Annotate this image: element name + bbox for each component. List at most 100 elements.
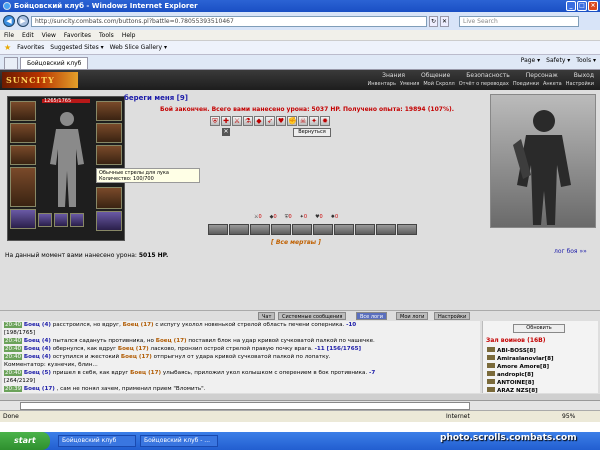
slot-arrows[interactable]	[96, 187, 122, 209]
slot-armor[interactable]	[10, 209, 36, 229]
rune-effect-icon[interactable]: ◆	[254, 116, 264, 126]
tab-first[interactable]	[4, 57, 18, 69]
skull-effect-icon[interactable]: ☠	[298, 116, 308, 126]
sword-effect-icon[interactable]: ⚔	[232, 116, 242, 126]
minimize-button[interactable]: _	[566, 1, 576, 11]
user-list-item[interactable]: andropic[8]	[487, 371, 554, 379]
user-list-item[interactable]: Amore Amore[8]	[487, 363, 554, 371]
action-slot-5[interactable]	[292, 224, 312, 235]
action-slot-10[interactable]	[397, 224, 417, 235]
menu-favorites[interactable]: Favorites	[64, 32, 91, 39]
search-input[interactable]: Live Search	[459, 15, 579, 27]
menu-tools[interactable]: Tools	[99, 32, 114, 39]
slot-amulet[interactable]	[10, 123, 36, 143]
action-slot-1[interactable]	[208, 224, 228, 235]
chat-actor[interactable]: Боец (4)	[24, 346, 51, 352]
slot-shield[interactable]	[96, 145, 122, 165]
subnav-inventory[interactable]: Инвентарь	[368, 81, 396, 87]
user-list-item[interactable]: ABI-BOSS[8]	[487, 347, 554, 355]
return-button[interactable]: Вернуться	[293, 128, 331, 137]
star-effect-icon[interactable]: ✦	[309, 116, 319, 126]
forward-button[interactable]: ▶	[17, 15, 29, 27]
refresh-button[interactable]: Обновить	[513, 324, 565, 333]
ring-slot-1[interactable]	[38, 213, 52, 227]
zoom-level[interactable]: 95%	[562, 413, 575, 420]
arrow-effect-icon[interactable]: ➶	[265, 116, 275, 126]
nav-security[interactable]: Безопасность	[466, 72, 510, 79]
nav-character[interactable]: Персонаж	[526, 72, 558, 79]
slot-boots[interactable]	[96, 211, 122, 231]
tab-chat[interactable]: Чат	[258, 312, 276, 320]
nav-exit[interactable]: Выход	[574, 72, 594, 79]
slot-earring[interactable]	[96, 101, 122, 121]
menu-file[interactable]: File	[4, 32, 14, 39]
chat-actor[interactable]: Боец (4)	[24, 322, 51, 328]
chat-target[interactable]: Боец (17)	[121, 354, 152, 360]
start-button[interactable]: start	[0, 432, 50, 450]
close-icon[interactable]: ✕	[222, 128, 230, 136]
stop-icon[interactable]: ✕	[440, 15, 449, 27]
page-menu[interactable]: Page ▾	[521, 57, 540, 64]
nav-chat[interactable]: Общение	[421, 72, 450, 79]
chat-target[interactable]: Боец (17)	[130, 370, 161, 376]
action-slot-2[interactable]	[229, 224, 249, 235]
menu-view[interactable]: View	[42, 32, 56, 39]
address-bar[interactable]: http://suncity.combats.com/buttons.pl?ba…	[31, 15, 427, 27]
refresh-icon[interactable]: ↻	[429, 15, 438, 27]
tab-system-messages[interactable]: Системные сообщения	[278, 312, 347, 320]
nav-knowledge[interactable]: Знания	[382, 72, 405, 79]
taskbar-item-2[interactable]: Бойцовский клуб - ...	[140, 435, 218, 447]
fist-effect-icon[interactable]: ✊	[287, 116, 297, 126]
cross-effect-icon[interactable]: ✚	[221, 116, 231, 126]
back-button[interactable]: ◀	[3, 15, 15, 27]
subnav-transfers[interactable]: Отчёт о переводах	[459, 81, 509, 87]
action-slot-9[interactable]	[376, 224, 396, 235]
web-slice-gallery-link[interactable]: Web Slice Gallery ▾	[110, 44, 167, 51]
tab-chat-settings[interactable]: Настройки	[434, 312, 471, 320]
user-list-item[interactable]: Amiraslanovlar[8]	[487, 355, 554, 363]
battle-log-link[interactable]: лог боя »»	[554, 248, 587, 255]
close-button[interactable]: ×	[588, 1, 598, 11]
chat-actor[interactable]: Боец (17)	[24, 386, 55, 392]
slot-bow[interactable]	[10, 167, 36, 207]
chat-input[interactable]	[20, 402, 470, 410]
subnav-settings[interactable]: Настройки	[566, 81, 594, 87]
slot-helmet[interactable]	[10, 101, 36, 121]
maximize-button[interactable]: □	[577, 1, 587, 11]
chat-log[interactable]: 20:40 Боец (4) расстроился, но вдруг, Бо…	[2, 321, 480, 393]
taskbar-item-1[interactable]: Бойцовский клуб	[58, 435, 136, 447]
safety-menu[interactable]: Safety ▾	[546, 57, 570, 64]
menu-edit[interactable]: Edit	[22, 32, 34, 39]
action-slot-4[interactable]	[271, 224, 291, 235]
user-list-item[interactable]: ANTOINE[8]	[487, 379, 554, 387]
subnav-fights[interactable]: Поединки	[513, 81, 539, 87]
tools-menu[interactable]: Tools ▾	[576, 57, 596, 64]
subnav-scroll[interactable]: Мой Скролл	[423, 81, 454, 87]
game-logo[interactable]: SUNCITY	[2, 72, 78, 88]
fire-effect-icon[interactable]: ✹	[320, 116, 330, 126]
potion-effect-icon[interactable]: ⚗	[243, 116, 253, 126]
favorites-star-icon[interactable]: ★	[4, 43, 11, 52]
tab-all-logs[interactable]: Все логи	[356, 312, 387, 320]
favorites-button[interactable]: Favorites	[17, 44, 44, 51]
ring-slot-3[interactable]	[70, 213, 84, 227]
chat-target[interactable]: Боец (17)	[156, 338, 187, 344]
character-name[interactable]: береги меня [9]	[124, 94, 188, 102]
chat-actor[interactable]: Боец (4)	[24, 338, 51, 344]
chat-actor[interactable]: Боец (5)	[24, 370, 51, 376]
slot-gloves[interactable]	[96, 123, 122, 143]
action-slot-7[interactable]	[334, 224, 354, 235]
ring-slot-2[interactable]	[54, 213, 68, 227]
menu-help[interactable]: Help	[122, 32, 136, 39]
subnav-skills[interactable]: Умения	[400, 81, 419, 87]
tab-active[interactable]: Бойцовский клуб	[20, 57, 89, 69]
suggested-sites-link[interactable]: Suggested Sites ▾	[50, 44, 103, 51]
shield-effect-icon[interactable]: ⛨	[210, 116, 220, 126]
action-slot-3[interactable]	[250, 224, 270, 235]
chat-actor[interactable]: Боец (4)	[24, 354, 51, 360]
tab-my-logs[interactable]: Мои логи	[396, 312, 429, 320]
chat-target[interactable]: Боец (17)	[118, 346, 149, 352]
slot-weapon[interactable]	[10, 145, 36, 165]
action-slot-6[interactable]	[313, 224, 333, 235]
heart-effect-icon[interactable]: ♥	[276, 116, 286, 126]
